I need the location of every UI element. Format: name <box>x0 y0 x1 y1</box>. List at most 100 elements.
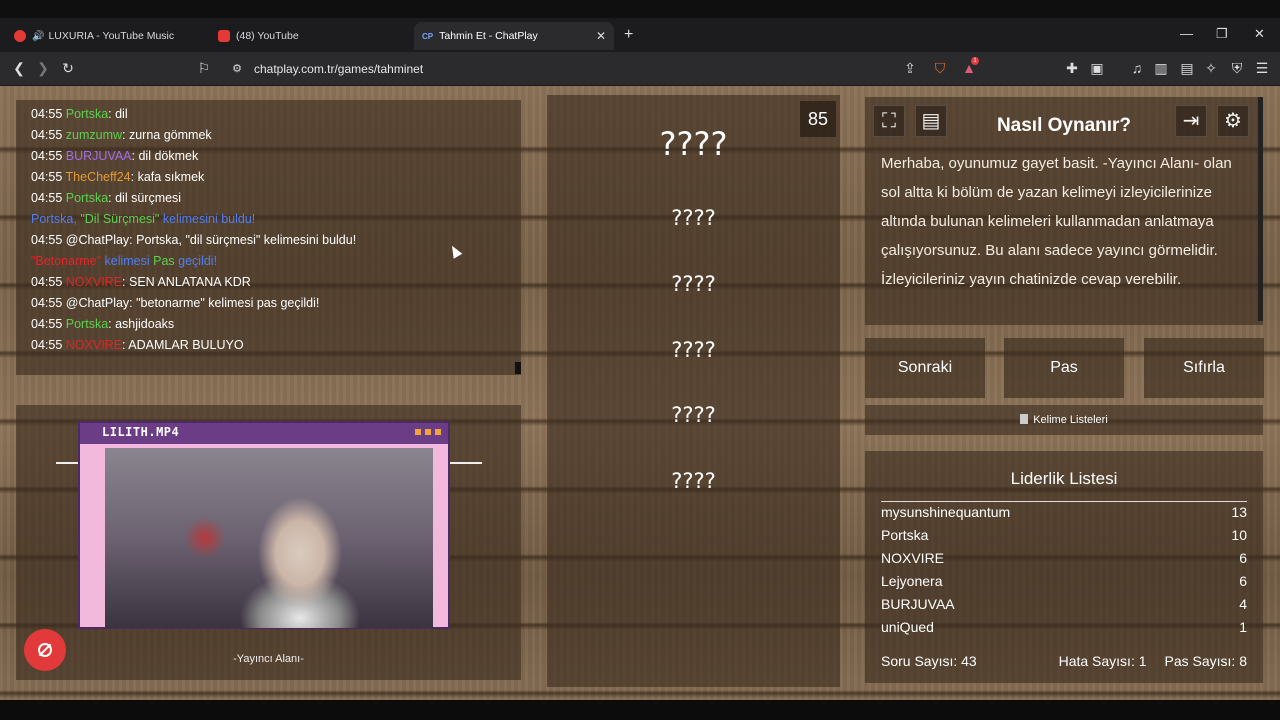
chat-message: 04:55 BURJUVAA: dil dökmek <box>31 149 199 163</box>
site-settings-icon[interactable]: ⚙ <box>228 62 246 75</box>
forbidden-word: ???? <box>671 206 716 230</box>
word-lists-label: Kelime Listeleri <box>1033 414 1108 426</box>
record-icon <box>38 643 52 657</box>
forward-icon[interactable]: ❯ <box>34 60 52 77</box>
leaderboard-row: uniQued 1 <box>881 619 1247 635</box>
leaderboard-row: mysunshinequantum 13 <box>881 504 1247 520</box>
tab-title: Tahmin Et - ChatPlay <box>439 30 538 42</box>
chat-message: 04:55 @ChatPlay: "betonarme" kelimesi pa… <box>31 296 320 310</box>
chat-message: 04:55 Portska: dil <box>31 107 128 121</box>
sidebar-icon[interactable]: ▥ <box>1152 60 1170 77</box>
player-score: 10 <box>1231 527 1247 543</box>
player-score: 1 <box>1239 619 1247 635</box>
chat-username[interactable]: Portska <box>66 317 108 331</box>
address-bar[interactable]: chatplay.com.tr/games/tahminet <box>254 62 423 76</box>
leo-icon[interactable]: ✧ <box>1202 60 1220 77</box>
forbidden-word: ???? <box>671 338 716 362</box>
chat-username[interactable]: TheCheff24 <box>66 170 131 184</box>
player-score: 13 <box>1231 504 1247 520</box>
reload-icon[interactable]: ↻ <box>59 60 77 77</box>
word-column: 85 ???? ???? ???? ???? ???? ???? <box>547 95 840 687</box>
video-title: LILITH.MP4 <box>80 423 448 444</box>
tab-title: (48) YouTube <box>236 30 299 42</box>
music-icon[interactable]: ♫ <box>1128 60 1146 76</box>
leaderboard-row: BURJUVAA 4 <box>881 596 1247 612</box>
pass-notice: "Betonarme" kelimesi Pas geçildi! <box>31 254 218 268</box>
player-name: Lejyonera <box>881 573 943 589</box>
share-icon[interactable]: ⇪ <box>901 60 919 77</box>
chat-message: 04:55 Portska: dil sürçmesi <box>31 191 182 205</box>
wallet-icon[interactable]: ▤ <box>1178 60 1196 77</box>
chat-username[interactable]: BURJUVAA <box>66 149 132 163</box>
close-window-icon[interactable]: ✕ <box>1254 26 1265 42</box>
streamer-area: LILITH.MP4 -Yayıncı Alanı- <box>16 405 521 680</box>
chat-username[interactable]: NOXVIRE <box>66 338 122 352</box>
pass-button[interactable]: Pas <box>1004 338 1124 398</box>
player-name: mysunshinequantum <box>881 504 1011 520</box>
forbidden-word: ???? <box>671 403 716 427</box>
tab-title: LUXURIA - YouTube Music <box>48 30 175 42</box>
chat-message: 04:55 zumzumw: zurna gömmek <box>31 128 212 142</box>
bookmark-icon[interactable]: ⚐ <box>195 60 213 77</box>
chat-username[interactable]: Portska <box>66 107 108 121</box>
record-button[interactable] <box>24 629 66 671</box>
player-score: 6 <box>1239 550 1247 566</box>
browser-toolbar: ❮ ❯ ↻ ⚐ ⚙ chatplay.com.tr/games/tahminet… <box>0 52 1280 86</box>
chatplay-icon: CP <box>422 31 434 41</box>
speaker-icon: 🔊 <box>32 30 45 42</box>
video-window-buttons <box>414 428 442 436</box>
new-tab-button[interactable]: + <box>624 26 633 44</box>
found-notice: Portska, "Dil Sürçmesi" kelimesini buldu… <box>31 212 256 226</box>
chat-message: 04:55 TheCheff24: kafa sıkmek <box>31 170 205 184</box>
help-title: Nasıl Oynanır? <box>996 115 1132 136</box>
pass-count: Pas Sayısı: 8 <box>1164 653 1247 669</box>
minimize-icon[interactable]: — <box>1180 26 1193 41</box>
how-to-play-panel: ⛶ ▤ ⇥ ⚙ Nasıl Oynanır? Merhaba, oyunumuz… <box>865 97 1263 325</box>
streamer-area-label: -Yayıncı Alanı- <box>233 653 304 665</box>
youtube-icon <box>218 30 230 42</box>
player-name: BURJUVAA <box>881 596 955 612</box>
chat-message: 04:55 NOXVIRE: ADAMLAR BULUYO <box>31 338 244 352</box>
chat-scrollbar[interactable] <box>515 362 521 374</box>
leaderboard-title: Liderlik Listesi <box>1010 469 1118 488</box>
leaderboard-panel: Liderlik Listesi mysunshinequantum 13 Port… <box>865 451 1263 683</box>
divider <box>450 462 482 464</box>
webcam-video <box>105 448 433 628</box>
divider <box>881 501 1247 502</box>
tab-youtube[interactable]: (48) YouTube <box>210 22 410 50</box>
chat-username[interactable]: zumzumw <box>66 128 122 142</box>
divider <box>56 462 80 464</box>
brave-shield-icon[interactable]: ⛉ <box>931 60 949 77</box>
question-count: Soru Sayısı: 43 <box>881 653 977 669</box>
chat-username[interactable]: Portska <box>66 191 108 205</box>
vpn-icon[interactable]: ⛨ <box>1228 60 1246 77</box>
game-stats: Soru Sayısı: 43 Hata Sayısı: 1 Pas Sayıs… <box>881 653 1247 669</box>
player-name: uniQued <box>881 619 934 635</box>
youtube-music-icon <box>14 30 26 42</box>
menu-icon[interactable]: ☰ <box>1253 60 1271 77</box>
chat-panel[interactable]: 04:55 Portska: dil 04:55 zumzumw: zurna g… <box>16 100 521 375</box>
bottom-bar <box>0 700 1280 720</box>
player-name: Portska <box>881 527 929 543</box>
chat-username[interactable]: NOXVIRE <box>66 275 122 289</box>
capture-icon[interactable]: ▣ <box>1088 60 1106 77</box>
reset-button[interactable]: Sıfırla <box>1144 338 1264 398</box>
webcam-overlay: LILITH.MP4 <box>78 421 450 629</box>
back-icon[interactable]: ❮ <box>10 60 28 77</box>
help-body: Merhaba, oyunumuz gayet basit. -Yayıncı … <box>881 155 1232 288</box>
forbidden-word: ???? <box>671 469 716 493</box>
player-score: 6 <box>1239 573 1247 589</box>
help-scrollbar[interactable] <box>1258 97 1263 321</box>
word-lists-button[interactable]: Kelime Listeleri <box>865 405 1263 435</box>
leaderboard-row: Lejyonera 6 <box>881 573 1247 589</box>
next-button[interactable]: Sonraki <box>865 338 985 398</box>
leaderboard-row: Portska 10 <box>881 527 1247 543</box>
restore-icon[interactable]: ❐ <box>1216 26 1228 42</box>
player-score: 4 <box>1239 596 1247 612</box>
tab-chatplay[interactable]: CP Tahmin Et - ChatPlay ✕ <box>414 22 614 50</box>
leaderboard-row: NOXVIRE 6 <box>881 550 1247 566</box>
extensions-icon[interactable]: ✚ <box>1063 60 1081 77</box>
tab-youtube-music[interactable]: 🔊 LUXURIA - YouTube Music <box>6 22 206 50</box>
notification-badge: 1 <box>971 57 979 65</box>
close-tab-icon[interactable]: ✕ <box>596 29 606 43</box>
